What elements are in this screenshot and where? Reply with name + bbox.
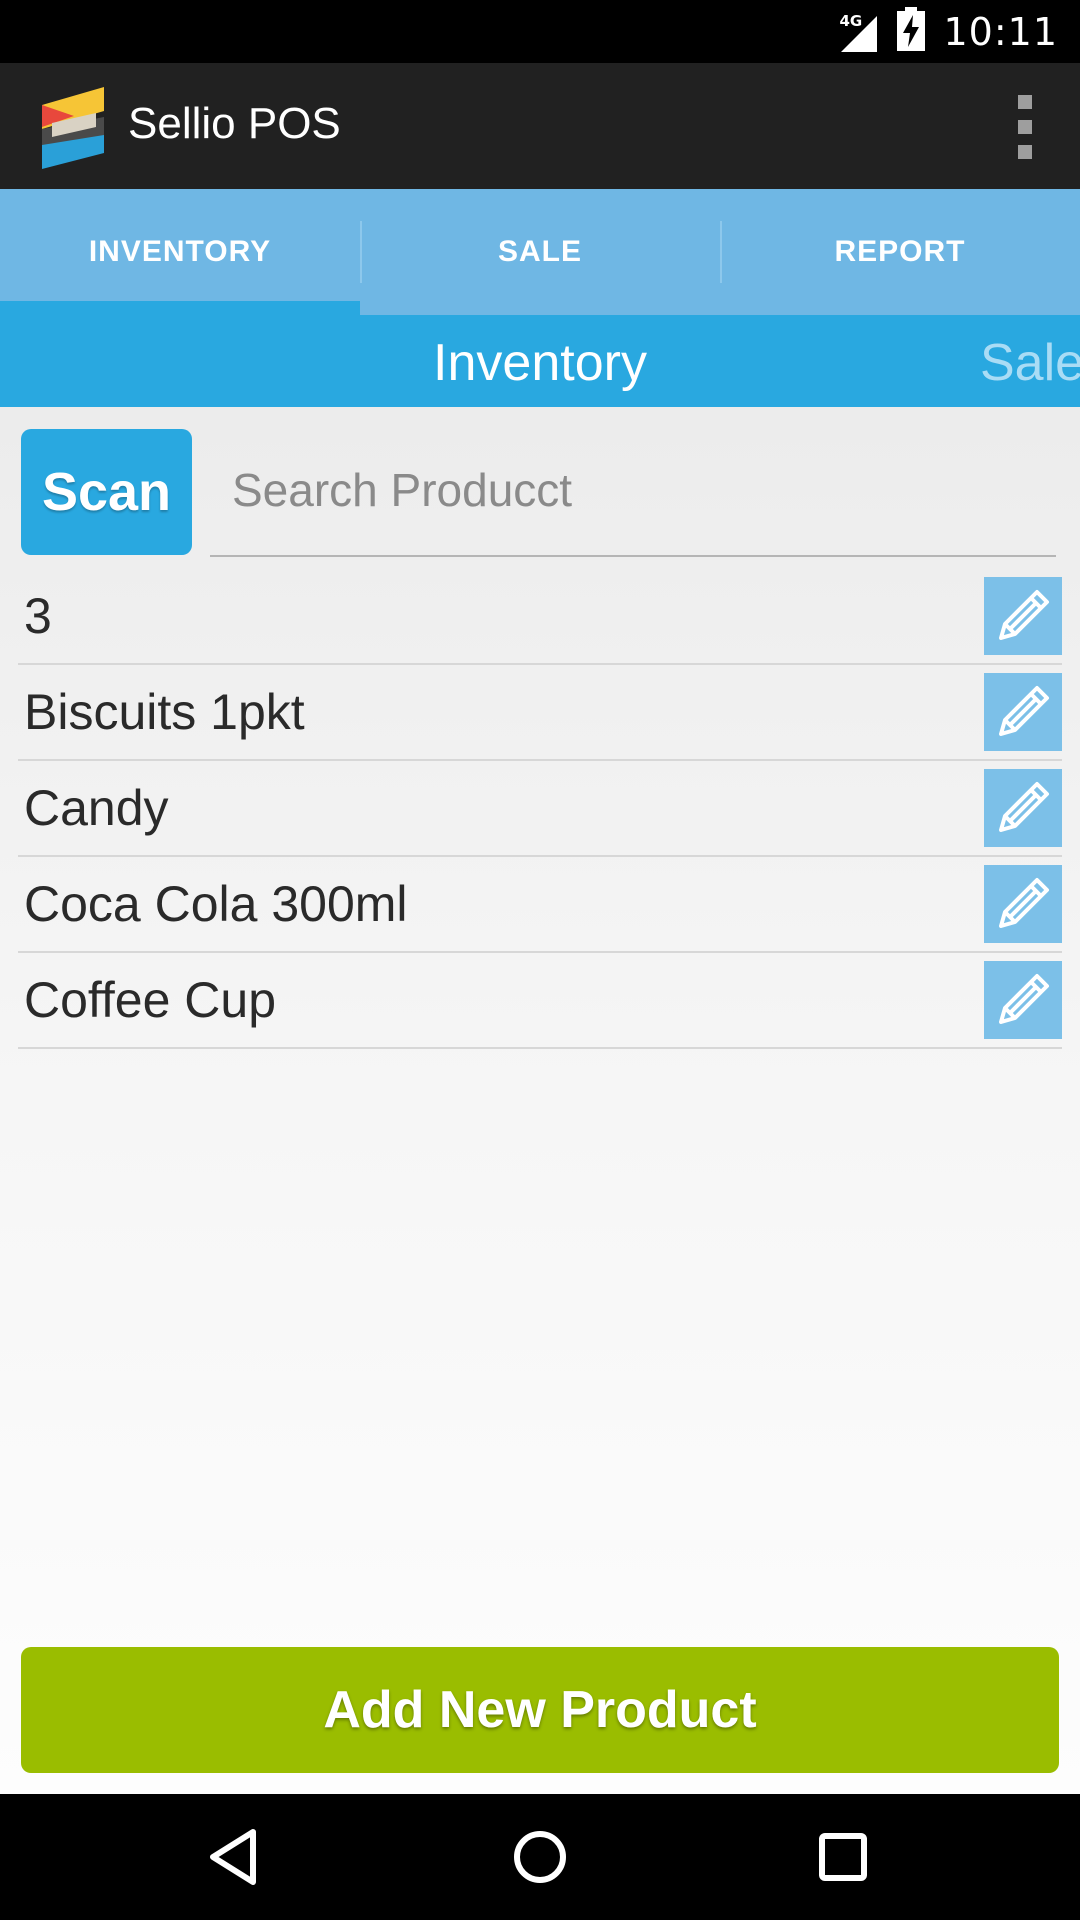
pager-title-next[interactable]: Sale <box>980 333 1080 393</box>
clock: 10:11 <box>943 9 1058 54</box>
edit-icon[interactable] <box>984 673 1062 751</box>
tab-inventory[interactable]: INVENTORY <box>0 189 360 315</box>
product-name: Candy <box>24 780 169 836</box>
battery-charging-icon <box>897 7 926 56</box>
edit-icon[interactable] <box>984 577 1062 655</box>
inventory-content: Scan 3 Biscuits 1pkt Candy Coca Cola 300… <box>0 407 1080 1794</box>
status-icons: 4G 10:11 <box>835 0 1058 63</box>
home-icon[interactable] <box>505 1822 575 1892</box>
pager-title-strip: Inventory Sale <box>0 315 1080 407</box>
app-title: Sellio POS <box>128 99 341 148</box>
list-item[interactable]: 3 <box>18 569 1062 665</box>
list-item[interactable]: Coffee Cup <box>18 953 1062 1049</box>
search-input[interactable] <box>232 457 1032 523</box>
edit-icon[interactable] <box>984 961 1062 1039</box>
edit-icon[interactable] <box>984 865 1062 943</box>
product-name: Coca Cola 300ml <box>24 876 408 932</box>
more-vert-icon[interactable] <box>1000 95 1050 159</box>
edit-icon[interactable] <box>984 769 1062 847</box>
product-list: 3 Biscuits 1pkt Candy Coca Cola 300ml Co… <box>18 569 1062 1049</box>
recents-icon[interactable] <box>808 1822 878 1892</box>
pager-title-current: Inventory <box>433 334 647 392</box>
add-new-product-button[interactable]: Add New Product <box>21 1647 1059 1773</box>
tab-sale[interactable]: SALE <box>360 189 720 315</box>
scan-button[interactable]: Scan <box>21 429 192 555</box>
navigation-bar <box>0 1794 1080 1920</box>
list-item[interactable]: Coca Cola 300ml <box>18 857 1062 953</box>
list-item[interactable]: Biscuits 1pkt <box>18 665 1062 761</box>
tab-bar: INVENTORY SALE REPORT <box>0 189 1080 315</box>
list-item[interactable]: Candy <box>18 761 1062 857</box>
tab-report[interactable]: REPORT <box>720 189 1080 315</box>
sellio-logo-icon <box>40 83 106 169</box>
back-icon[interactable] <box>201 1822 271 1892</box>
signal-icon: 4G <box>835 10 879 54</box>
product-name: Biscuits 1pkt <box>24 684 305 740</box>
product-name: Coffee Cup <box>24 972 277 1028</box>
app-bar: Sellio POS <box>0 63 1080 189</box>
product-name: 3 <box>24 588 52 644</box>
status-bar: 4G 10:11 <box>0 0 1080 63</box>
search-field <box>210 429 1056 557</box>
